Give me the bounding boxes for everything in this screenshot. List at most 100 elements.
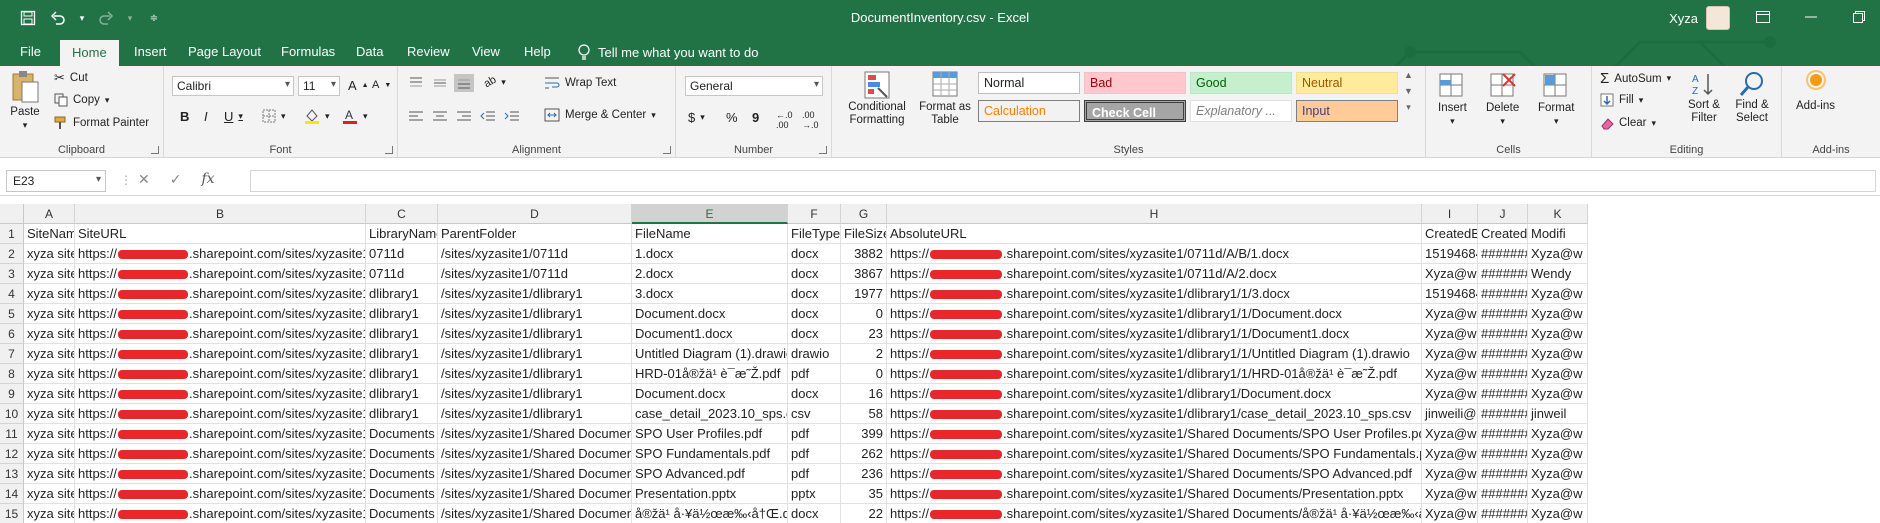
row-header[interactable]: 14 xyxy=(0,484,24,504)
tab-data[interactable]: Data xyxy=(356,41,383,62)
table-cell[interactable]: 58 xyxy=(841,404,887,424)
table-cell[interactable]: drawio xyxy=(788,344,841,364)
decrease-indent-icon[interactable] xyxy=(480,110,496,124)
table-cell[interactable]: https:// .sharepoint.com/sites/xyzasite1/… xyxy=(887,244,1422,264)
table-cell[interactable]: pdf xyxy=(788,444,841,464)
style-good[interactable]: Good xyxy=(1190,72,1292,94)
avatar[interactable] xyxy=(1706,6,1730,30)
table-cell[interactable]: FileType xyxy=(788,224,841,244)
tab-page-layout[interactable]: Page Layout xyxy=(188,41,261,62)
merge-center-button[interactable]: Merge & Center ▾ xyxy=(544,108,656,122)
table-cell[interactable]: Documents xyxy=(366,504,438,523)
table-cell[interactable]: xyza site1 xyxy=(24,504,75,523)
table-cell[interactable]: Xyza@w xyxy=(1528,364,1588,384)
number-launcher-icon[interactable] xyxy=(819,146,827,154)
insert-cells-button[interactable]: Insert ▾ xyxy=(1438,70,1467,127)
find-select-button[interactable]: Find & Select xyxy=(1730,70,1774,125)
column-header-c[interactable]: C xyxy=(366,204,438,224)
table-cell[interactable]: xyza site1 xyxy=(24,484,75,504)
table-cell[interactable]: docx xyxy=(788,244,841,264)
table-cell[interactable]: https:// .sharepoint.com/sites/xyzasite1/… xyxy=(887,444,1422,464)
table-cell[interactable]: ######### xyxy=(1478,424,1528,444)
table-cell[interactable]: 22 xyxy=(841,504,887,523)
table-cell[interactable]: /sites/xyzasite1/dlibrary1 xyxy=(438,384,632,404)
clear-button[interactable]: Clear ▾ xyxy=(1600,116,1656,130)
table-cell[interactable]: ######### xyxy=(1478,284,1528,304)
table-cell[interactable]: LibraryName xyxy=(366,224,438,244)
table-cell[interactable]: dlibrary1 xyxy=(366,364,438,384)
table-cell[interactable]: https:// .sharepoint.com/sites/xyzasite1 xyxy=(75,364,366,384)
table-cell[interactable]: /sites/xyzasite1/dlibrary1 xyxy=(438,364,632,384)
row-header[interactable]: 1 xyxy=(0,224,24,244)
clipboard-launcher-icon[interactable] xyxy=(151,146,159,154)
table-cell[interactable]: pptx xyxy=(788,484,841,504)
row-header[interactable]: 5 xyxy=(0,304,24,324)
table-cell[interactable]: docx xyxy=(788,304,841,324)
table-cell[interactable]: 3882 xyxy=(841,244,887,264)
table-cell[interactable]: Xyza@we xyxy=(1422,424,1478,444)
table-cell[interactable]: xyza site1 xyxy=(24,324,75,344)
table-cell[interactable]: /sites/xyzasite1/0711d xyxy=(438,264,632,284)
table-cell[interactable]: 0711d xyxy=(366,244,438,264)
percent-icon[interactable]: % xyxy=(726,110,738,125)
table-cell[interactable]: Xyza@w xyxy=(1528,484,1588,504)
table-cell[interactable]: https:// .sharepoint.com/sites/xyzasite1 xyxy=(75,284,366,304)
table-cell[interactable]: dlibrary1 xyxy=(366,284,438,304)
row-header[interactable]: 3 xyxy=(0,264,24,284)
table-cell[interactable]: ParentFolder xyxy=(438,224,632,244)
align-left-icon[interactable] xyxy=(408,110,424,124)
row-header[interactable]: 12 xyxy=(0,444,24,464)
table-cell[interactable]: FileSize xyxy=(841,224,887,244)
table-cell[interactable]: https:// .sharepoint.com/sites/xyzasite1 xyxy=(75,344,366,364)
name-box[interactable]: E23 xyxy=(6,170,106,192)
table-cell[interactable]: 236 xyxy=(841,464,887,484)
top-align-icon[interactable] xyxy=(408,76,424,90)
row-header[interactable]: 8 xyxy=(0,364,24,384)
table-cell[interactable]: ######### xyxy=(1478,364,1528,384)
table-cell[interactable]: dlibrary1 xyxy=(366,324,438,344)
row-header[interactable]: 2 xyxy=(0,244,24,264)
column-header-a[interactable]: A xyxy=(24,204,75,224)
style-normal[interactable]: Normal xyxy=(978,72,1080,94)
table-cell[interactable]: ######### xyxy=(1478,264,1528,284)
table-cell[interactable]: https:// .sharepoint.com/sites/xyzasite1/… xyxy=(887,304,1422,324)
table-cell[interactable]: 23 xyxy=(841,324,887,344)
delete-cells-button[interactable]: Delete ▾ xyxy=(1486,70,1519,127)
table-cell[interactable]: xyza site1 xyxy=(24,424,75,444)
font-name-select[interactable]: Calibri xyxy=(172,76,294,96)
grow-font-icon[interactable]: A ▲ xyxy=(348,78,369,93)
table-cell[interactable]: Xyza@we xyxy=(1422,484,1478,504)
table-cell[interactable]: HRD-01å®žä¹ è¯æ˜Ž.pdf xyxy=(632,364,788,384)
paste-button[interactable]: Paste ▾ xyxy=(10,70,40,131)
table-cell[interactable]: ######### xyxy=(1478,404,1528,424)
table-cell[interactable]: docx xyxy=(788,264,841,284)
table-cell[interactable]: https:// .sharepoint.com/sites/xyzasite1/… xyxy=(887,464,1422,484)
table-cell[interactable]: 16 xyxy=(841,384,887,404)
tab-file[interactable]: File xyxy=(20,41,41,62)
style-neutral[interactable]: Neutral xyxy=(1296,72,1398,94)
row-header[interactable]: 7 xyxy=(0,344,24,364)
table-cell[interactable]: xyza site1 xyxy=(24,264,75,284)
tab-formulas[interactable]: Formulas xyxy=(281,41,335,62)
table-cell[interactable]: /sites/xyzasite1/Shared Documents xyxy=(438,464,632,484)
table-cell[interactable]: https:// .sharepoint.com/sites/xyzasite1 xyxy=(75,504,366,523)
table-cell[interactable]: /sites/xyzasite1/Shared Documents xyxy=(438,444,632,464)
table-cell[interactable]: 1.docx xyxy=(632,244,788,264)
table-cell[interactable]: 0711d xyxy=(366,264,438,284)
decrease-decimal-icon[interactable]: .00 →.0 xyxy=(802,110,819,130)
table-cell[interactable]: å®žä¹ å·¥ä½œæ‰‹å†Œ.docx xyxy=(632,504,788,523)
table-cell[interactable]: Xyza@we xyxy=(1422,264,1478,284)
table-cell[interactable]: Xyza@w xyxy=(1528,324,1588,344)
fill-color-icon[interactable]: ▾ xyxy=(304,107,330,125)
table-cell[interactable]: 1977 xyxy=(841,284,887,304)
table-cell[interactable]: xyza site1 xyxy=(24,244,75,264)
table-cell[interactable]: Xyza@we xyxy=(1422,464,1478,484)
table-cell[interactable]: ######### xyxy=(1478,504,1528,523)
bottom-align-icon[interactable] xyxy=(454,74,474,92)
table-cell[interactable]: https:// .sharepoint.com/sites/xyzasite1 xyxy=(75,444,366,464)
font-size-select[interactable]: 11 xyxy=(298,76,340,96)
table-cell[interactable]: https:// .sharepoint.com/sites/xyzasite1 xyxy=(75,464,366,484)
table-cell[interactable]: Documents xyxy=(366,444,438,464)
style-explanatory[interactable]: Explanatory ... xyxy=(1190,100,1292,122)
table-cell[interactable]: SPO User Profiles.pdf xyxy=(632,424,788,444)
